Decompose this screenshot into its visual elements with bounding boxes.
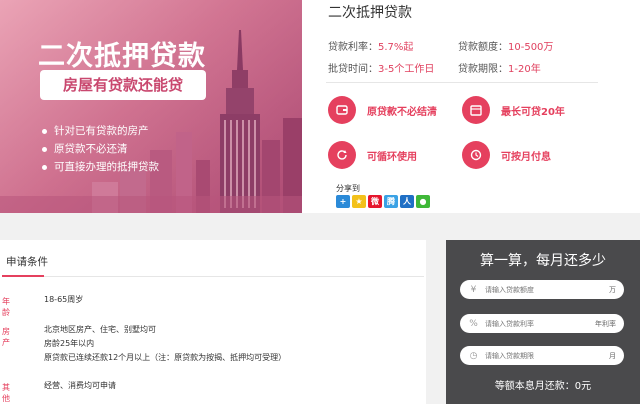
share-tencent-weibo-icon[interactable]: 腾 <box>384 195 398 208</box>
term-label: 贷款期限： <box>458 64 508 75</box>
loan-term-input[interactable] <box>485 351 609 360</box>
clock-icon: ◷ <box>469 350 478 361</box>
percent-icon: % <box>469 318 478 329</box>
divider <box>44 276 424 277</box>
calendar-icon <box>462 96 490 124</box>
amount-value: 10-500万 <box>508 42 554 53</box>
active-tab-underline <box>2 275 44 277</box>
yen-icon: ¥ <box>470 284 477 295</box>
banner-feature-list: 针对已有贷款的房产 原贷款不必还清 可直接办理的抵押贷款 <box>42 122 159 176</box>
banner-tagline: 房屋有贷款还能贷 <box>40 70 206 100</box>
condition-label: 房产 <box>2 327 10 347</box>
divider <box>326 82 598 83</box>
feature-no-payoff: 原贷款不必结清 <box>328 96 437 124</box>
share-more-icon[interactable]: + <box>336 195 350 208</box>
loan-term-field[interactable]: ◷ 月 <box>460 346 624 365</box>
condition-value: 北京地区房产、住宅、别墅均可 <box>44 325 156 334</box>
condition-label: 其他 <box>2 383 10 403</box>
share-weibo-icon[interactable]: 微 <box>368 195 382 208</box>
wallet-icon <box>328 96 356 124</box>
rate-label: 贷款利率： <box>328 42 378 53</box>
feature-label: 最长可贷20年 <box>501 106 565 118</box>
product-info: 二次抵押贷款 贷款利率：5.7%起 贷款额度：10-500万 批贷时间：3-5个… <box>322 0 622 213</box>
banner-point: 针对已有贷款的房产 <box>42 122 159 140</box>
share-renren-icon[interactable]: 人 <box>400 195 414 208</box>
rate-unit: 年利率 <box>595 319 616 328</box>
amount-info: 贷款额度：10-500万 <box>458 38 553 53</box>
feature-max-term: 最长可贷20年 <box>462 96 565 124</box>
term-info: 贷款期限：1-20年 <box>458 60 541 75</box>
amount-label: 贷款额度： <box>458 42 508 53</box>
product-banner: 二次抵押贷款 房屋有贷款还能贷 针对已有贷款的房产 原贷款不必还清 可直接办理的… <box>0 0 302 213</box>
city-skyline-image <box>0 0 302 213</box>
loan-rate-field[interactable]: % 年利率 <box>460 314 624 333</box>
application-conditions: 申请条件 年龄 18-65周岁 房产 北京地区房产、住宅、别墅均可 房龄25年以… <box>0 240 426 404</box>
share-buttons: + ★ 微 腾 人 ● <box>336 195 430 208</box>
term-unit: 月 <box>609 351 616 360</box>
rate-value: 5.7%起 <box>378 42 414 53</box>
feature-label: 可循环使用 <box>367 151 417 163</box>
approval-info: 批贷时间：3-5个工作日 <box>328 60 434 75</box>
feature-label: 可按月付息 <box>501 151 551 163</box>
approval-value: 3-5个工作日 <box>378 64 435 75</box>
refresh-icon <box>328 141 356 169</box>
amount-unit: 万 <box>609 285 616 294</box>
calculator-title: 算一算，每月还多少 <box>480 253 606 269</box>
condition-value: 经营、消费均可申请 <box>44 381 116 390</box>
feature-revolving: 可循环使用 <box>328 141 417 169</box>
condition-value: 18-65周岁 <box>44 295 84 304</box>
condition-label: 年龄 <box>2 297 10 317</box>
condition-value: 原贷款已连续还款12个月以上（注：原贷款为按揭、抵押均可受理） <box>44 353 287 362</box>
loan-amount-input[interactable] <box>485 285 609 294</box>
product-header: 二次抵押贷款 房屋有贷款还能贷 针对已有贷款的房产 原贷款不必还清 可直接办理的… <box>0 0 640 213</box>
condition-value: 房龄25年以内 <box>44 339 95 348</box>
term-value: 1-20年 <box>508 64 541 75</box>
feature-monthly-interest: 可按月付息 <box>462 141 551 169</box>
approval-label: 批贷时间： <box>328 64 378 75</box>
banner-title: 二次抵押贷款 <box>38 41 206 72</box>
loan-amount-field[interactable]: ¥ 万 <box>460 280 624 299</box>
share-wechat-icon[interactable]: ● <box>416 195 430 208</box>
rate-info: 贷款利率：5.7%起 <box>328 38 413 53</box>
share-label: 分享到 <box>336 184 360 193</box>
monthly-payment-result: 等额本息月还款：0元 <box>494 381 592 392</box>
feature-label: 原贷款不必结清 <box>367 106 437 118</box>
product-title: 二次抵押贷款 <box>328 5 412 21</box>
share-qzone-icon[interactable]: ★ <box>352 195 366 208</box>
conditions-title: 申请条件 <box>6 256 48 268</box>
loan-rate-input[interactable] <box>485 319 595 328</box>
clock-icon <box>462 141 490 169</box>
banner-point: 原贷款不必还清 <box>42 140 159 158</box>
banner-point: 可直接办理的抵押贷款 <box>42 158 159 176</box>
loan-calculator: 算一算，每月还多少 ¥ 万 % 年利率 ◷ 月 等额本息月还款：0元 <box>446 240 640 404</box>
